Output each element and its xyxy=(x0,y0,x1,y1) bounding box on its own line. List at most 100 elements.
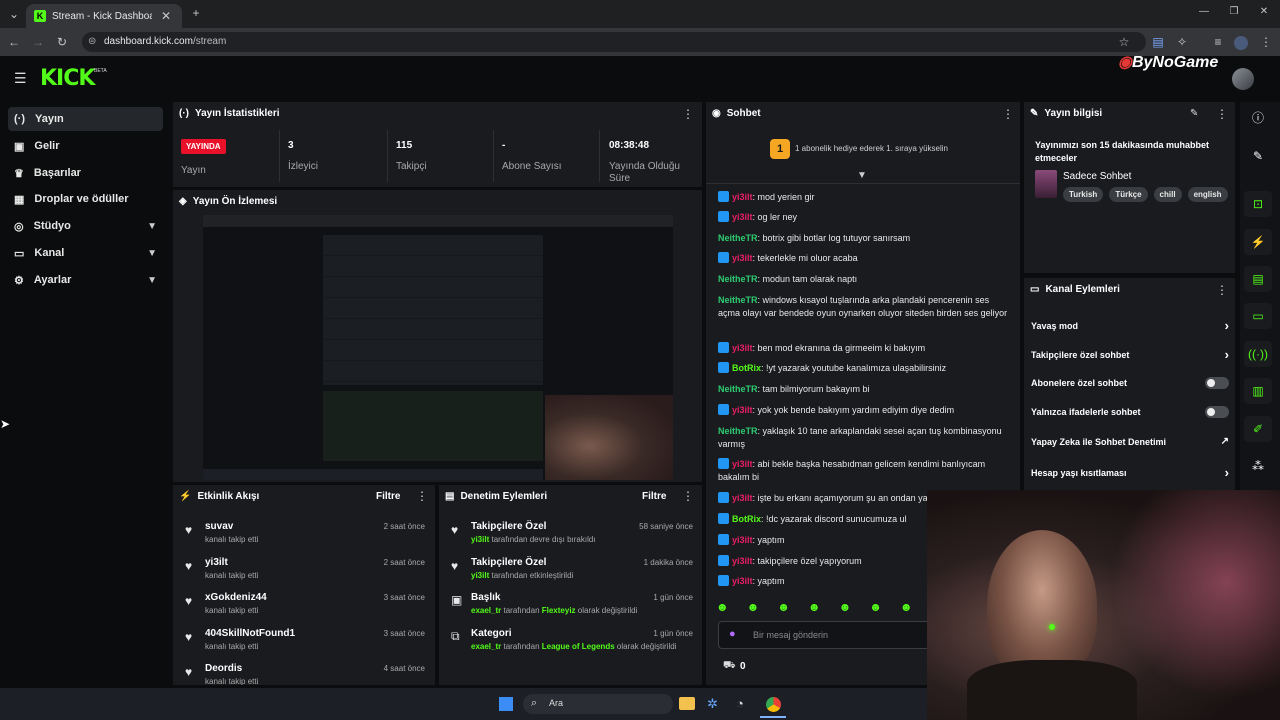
chat-username[interactable]: yi3ilt xyxy=(732,343,753,353)
dots-grid-icon[interactable]: ⁂ xyxy=(1244,453,1272,479)
feed-user[interactable]: 404SkillNotFound1 xyxy=(205,628,295,639)
chat-username[interactable]: yi3ilt xyxy=(732,556,753,566)
chat-username[interactable]: NeitheTR xyxy=(718,295,758,305)
emotes-only-toggle[interactable] xyxy=(1205,406,1229,418)
chrome-icon[interactable] xyxy=(766,697,781,712)
sidebar-item-droplar[interactable]: ▦ Droplar ve ödüller xyxy=(8,187,163,211)
sidebar-item-kanal[interactable]: ▭ Kanal ▼ xyxy=(8,241,163,265)
hamburger-menu-icon[interactable]: ☰ xyxy=(14,70,27,87)
channel-action-account-age[interactable]: Hesap yaşı kısıtlaması › xyxy=(1031,465,1229,480)
extensions-icon[interactable]: ✧ xyxy=(1174,35,1190,49)
feed-user[interactable]: xGokdeniz44 xyxy=(205,592,267,603)
emote-icon[interactable]: ☻ xyxy=(716,600,729,614)
pinned-collapse-icon[interactable]: ▼ xyxy=(857,170,867,181)
file-explorer-icon[interactable] xyxy=(679,697,695,710)
channel-points-icon[interactable]: ⛟ xyxy=(723,660,736,673)
gift-promo-text[interactable]: 1 abonelik hediye ederek 1. sıraya yükse… xyxy=(795,144,948,153)
chat-username[interactable]: NeitheTR xyxy=(718,384,758,394)
sidebar-item-basarilar[interactable]: ♛ Başarılar xyxy=(8,161,163,185)
sidebar-item-ayarlar[interactable]: ⚙ Ayarlar ▼ xyxy=(8,268,163,292)
browser-tab[interactable]: K Stream - Kick Dashboard ✕ xyxy=(26,4,182,28)
app-icon[interactable]: ✲ xyxy=(707,696,718,712)
feed-user[interactable]: suvav xyxy=(205,521,233,532)
chat-input[interactable]: ● Bir mesaj gönderin xyxy=(718,621,930,649)
moderation-menu-icon[interactable]: ⋮ xyxy=(682,489,694,503)
url-input[interactable]: ⊜ dashboard.kick.com/stream xyxy=(82,32,1146,52)
subscribers-only-toggle[interactable] xyxy=(1205,377,1229,389)
translate-icon[interactable]: ▤ xyxy=(1150,35,1166,49)
stream-info-menu-icon[interactable]: ⋮ xyxy=(1216,107,1228,121)
emote-icon[interactable]: ☻ xyxy=(900,600,913,614)
chat-username[interactable]: NeitheTR xyxy=(718,233,758,243)
mod-actor[interactable]: yi3ilt xyxy=(471,535,489,544)
pencil-icon[interactable]: ✎ xyxy=(1244,143,1272,169)
edit-pencil-icon[interactable]: ✎ xyxy=(1190,108,1198,119)
obs-icon[interactable]: ◔ xyxy=(736,696,744,711)
document-icon[interactable]: ▤ xyxy=(1244,266,1272,292)
bookmark-star-icon[interactable]: ☆ xyxy=(1116,35,1132,49)
feed-user[interactable]: yi3ilt xyxy=(205,557,228,568)
mod-actor[interactable]: yi3ilt xyxy=(471,571,489,580)
channel-actions-menu-icon[interactable]: ⋮ xyxy=(1216,283,1228,297)
maximize-icon[interactable]: ❐ xyxy=(1226,6,1242,17)
layout-icon[interactable]: ▥ xyxy=(1244,378,1272,404)
sidebar-item-gelir[interactable]: ▣ Gelir xyxy=(8,134,163,158)
chat-username[interactable]: yi3ilt xyxy=(732,192,753,202)
chat-username[interactable]: BotRix xyxy=(732,514,761,524)
chat-username[interactable]: yi3ilt xyxy=(732,212,753,222)
activity-filter-button[interactable]: Filtre xyxy=(376,491,400,502)
mod-actor[interactable]: exael_tr xyxy=(471,642,501,651)
forward-icon[interactable]: → xyxy=(30,35,46,49)
sidebar-item-yayin[interactable]: (·) Yayın xyxy=(8,107,163,131)
taskbar-search[interactable]: ⌕ Ara xyxy=(523,694,673,714)
stream-preview-video[interactable] xyxy=(203,215,673,480)
sidebar-item-studyo[interactable]: ◎ Stüdyo ▼ xyxy=(8,214,163,238)
browser-menu-icon[interactable]: ⋮ xyxy=(1258,35,1274,49)
channel-action-followers-only[interactable]: Takipçilere özel sohbet › xyxy=(1031,347,1229,362)
emote-icon[interactable]: ☻ xyxy=(808,600,821,614)
channel-action-slow-mode[interactable]: Yavaş mod › xyxy=(1031,318,1229,333)
tab-search-icon[interactable]: ⌄ xyxy=(6,7,22,21)
tab-close-icon[interactable]: ✕ xyxy=(158,9,174,23)
chat-icon[interactable]: ▭ xyxy=(1244,303,1272,329)
new-tab-icon[interactable]: + xyxy=(188,6,204,20)
moderation-filter-button[interactable]: Filtre xyxy=(642,491,666,502)
feed-user[interactable]: Deordis xyxy=(205,663,242,674)
tag-pill[interactable]: Türkçe xyxy=(1109,187,1148,202)
back-icon[interactable]: ← xyxy=(6,35,22,49)
emote-icon[interactable]: ☻ xyxy=(777,600,790,614)
mod-actor[interactable]: exael_tr xyxy=(471,606,501,615)
minimize-icon[interactable]: — xyxy=(1196,6,1212,17)
site-info-icon[interactable]: ⊜ xyxy=(88,32,96,52)
windows-start-icon[interactable] xyxy=(499,697,513,711)
stats-menu-icon[interactable]: ⋮ xyxy=(682,107,694,121)
user-avatar[interactable] xyxy=(1232,68,1254,90)
emote-icon[interactable]: ☻ xyxy=(839,600,852,614)
capture-icon[interactable]: ⊡ xyxy=(1244,191,1272,217)
chat-username[interactable]: yi3ilt xyxy=(732,459,753,469)
chat-menu-icon[interactable]: ⋮ xyxy=(1002,107,1014,121)
chat-username[interactable]: yi3ilt xyxy=(732,253,753,263)
window-close-icon[interactable]: ✕ xyxy=(1256,6,1272,17)
emote-icon[interactable]: ☻ xyxy=(869,600,882,614)
chat-username[interactable]: yi3ilt xyxy=(732,535,753,545)
lightning-icon[interactable]: ⚡ xyxy=(1244,229,1272,255)
info-icon[interactable]: ⓘ xyxy=(1244,105,1272,131)
microphone-icon[interactable]: ● xyxy=(729,628,736,640)
tag-pill[interactable]: chill xyxy=(1153,187,1182,202)
chat-username[interactable]: NeitheTR xyxy=(718,274,758,284)
category-name[interactable]: Sadece Sohbet xyxy=(1063,171,1131,182)
reading-list-icon[interactable]: ≡ xyxy=(1210,35,1226,49)
kick-logo[interactable]: KICK xyxy=(40,66,95,91)
activity-menu-icon[interactable]: ⋮ xyxy=(416,489,428,503)
chat-username[interactable]: NeitheTR xyxy=(718,426,758,436)
chat-username[interactable]: yi3ilt xyxy=(732,493,753,503)
chat-username[interactable]: yi3ilt xyxy=(732,405,753,415)
reload-icon[interactable]: ↻ xyxy=(54,35,70,49)
chat-username[interactable]: BotRix xyxy=(732,363,761,373)
wrench-icon[interactable]: ✐ xyxy=(1244,416,1272,442)
tag-pill[interactable]: Turkish xyxy=(1063,187,1104,202)
category-thumbnail[interactable] xyxy=(1035,170,1057,198)
broadcast-icon[interactable]: ((·)) xyxy=(1244,341,1272,367)
chat-username[interactable]: yi3ilt xyxy=(732,576,753,586)
